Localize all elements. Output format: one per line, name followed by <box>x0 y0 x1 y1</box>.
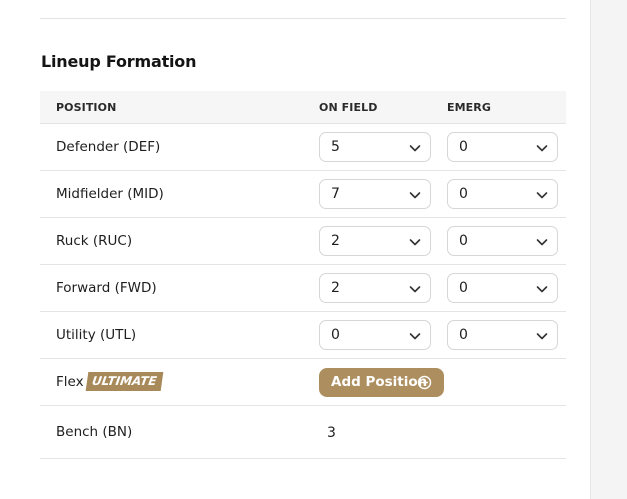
emerg-select-ruc[interactable]: 0 <box>447 226 558 256</box>
chevron-down-icon <box>409 333 421 340</box>
on-field-select-utl[interactable]: 0 <box>319 320 431 350</box>
section-title: Lineup Formation <box>41 52 197 71</box>
table-row-utl: Utility (UTL) 0 0 <box>40 312 566 359</box>
select-value: 0 <box>459 186 468 202</box>
chevron-down-icon <box>536 333 548 340</box>
column-header-emerg: EMERG <box>447 101 491 114</box>
on-field-select-ruc[interactable]: 2 <box>319 226 431 256</box>
table-row-ruc: Ruck (RUC) 2 0 <box>40 218 566 265</box>
chevron-down-icon <box>536 286 548 293</box>
plus-circle-icon <box>417 375 432 390</box>
chevron-down-icon <box>409 286 421 293</box>
chevron-down-icon <box>409 239 421 246</box>
flex-label: Flex <box>56 374 84 390</box>
column-header-position: POSITION <box>56 101 117 114</box>
table-header: POSITION ON FIELD EMERG <box>40 91 566 124</box>
position-label: Ruck (RUC) <box>56 233 133 249</box>
position-label: Bench (BN) <box>56 424 133 440</box>
select-value: 0 <box>331 327 340 343</box>
bench-count: 3 <box>327 425 336 441</box>
select-value: 5 <box>331 139 340 155</box>
on-field-select-fwd[interactable]: 2 <box>319 273 431 303</box>
lineup-table: POSITION ON FIELD EMERG Defender (DEF) 5… <box>40 91 566 459</box>
add-position-button[interactable]: Add Position <box>319 368 444 397</box>
chevron-down-icon <box>536 239 548 246</box>
select-value: 2 <box>331 233 340 249</box>
chevron-down-icon <box>409 192 421 199</box>
on-field-select-mid[interactable]: 7 <box>319 179 431 209</box>
emerg-select-mid[interactable]: 0 <box>447 179 558 209</box>
table-row-def: Defender (DEF) 5 0 <box>40 124 566 171</box>
select-value: 0 <box>459 139 468 155</box>
chevron-down-icon <box>536 145 548 152</box>
column-header-on-field: ON FIELD <box>319 101 378 114</box>
emerg-select-fwd[interactable]: 0 <box>447 273 558 303</box>
select-value: 0 <box>459 327 468 343</box>
position-label: Defender (DEF) <box>56 139 161 155</box>
ultimate-badge: ULTIMATE <box>85 372 163 391</box>
select-value: 0 <box>459 233 468 249</box>
select-value: 2 <box>331 280 340 296</box>
add-position-label: Add Position <box>331 374 428 390</box>
on-field-select-def[interactable]: 5 <box>319 132 431 162</box>
chevron-down-icon <box>409 145 421 152</box>
position-label: Forward (FWD) <box>56 280 157 296</box>
chevron-down-icon <box>536 192 548 199</box>
position-label: Midfielder (MID) <box>56 186 164 202</box>
select-value: 0 <box>459 280 468 296</box>
position-label: Utility (UTL) <box>56 327 137 343</box>
select-value: 7 <box>331 186 340 202</box>
lineup-card: Lineup Formation POSITION ON FIELD EMERG… <box>0 0 591 499</box>
emerg-select-utl[interactable]: 0 <box>447 320 558 350</box>
emerg-select-def[interactable]: 0 <box>447 132 558 162</box>
table-row-fwd: Forward (FWD) 2 0 <box>40 265 566 312</box>
top-divider <box>40 18 566 19</box>
table-row-flex: Flex ULTIMATE Add Position <box>40 359 566 406</box>
table-row-mid: Midfielder (MID) 7 0 <box>40 171 566 218</box>
table-row-bench: Bench (BN) 3 <box>40 406 566 459</box>
